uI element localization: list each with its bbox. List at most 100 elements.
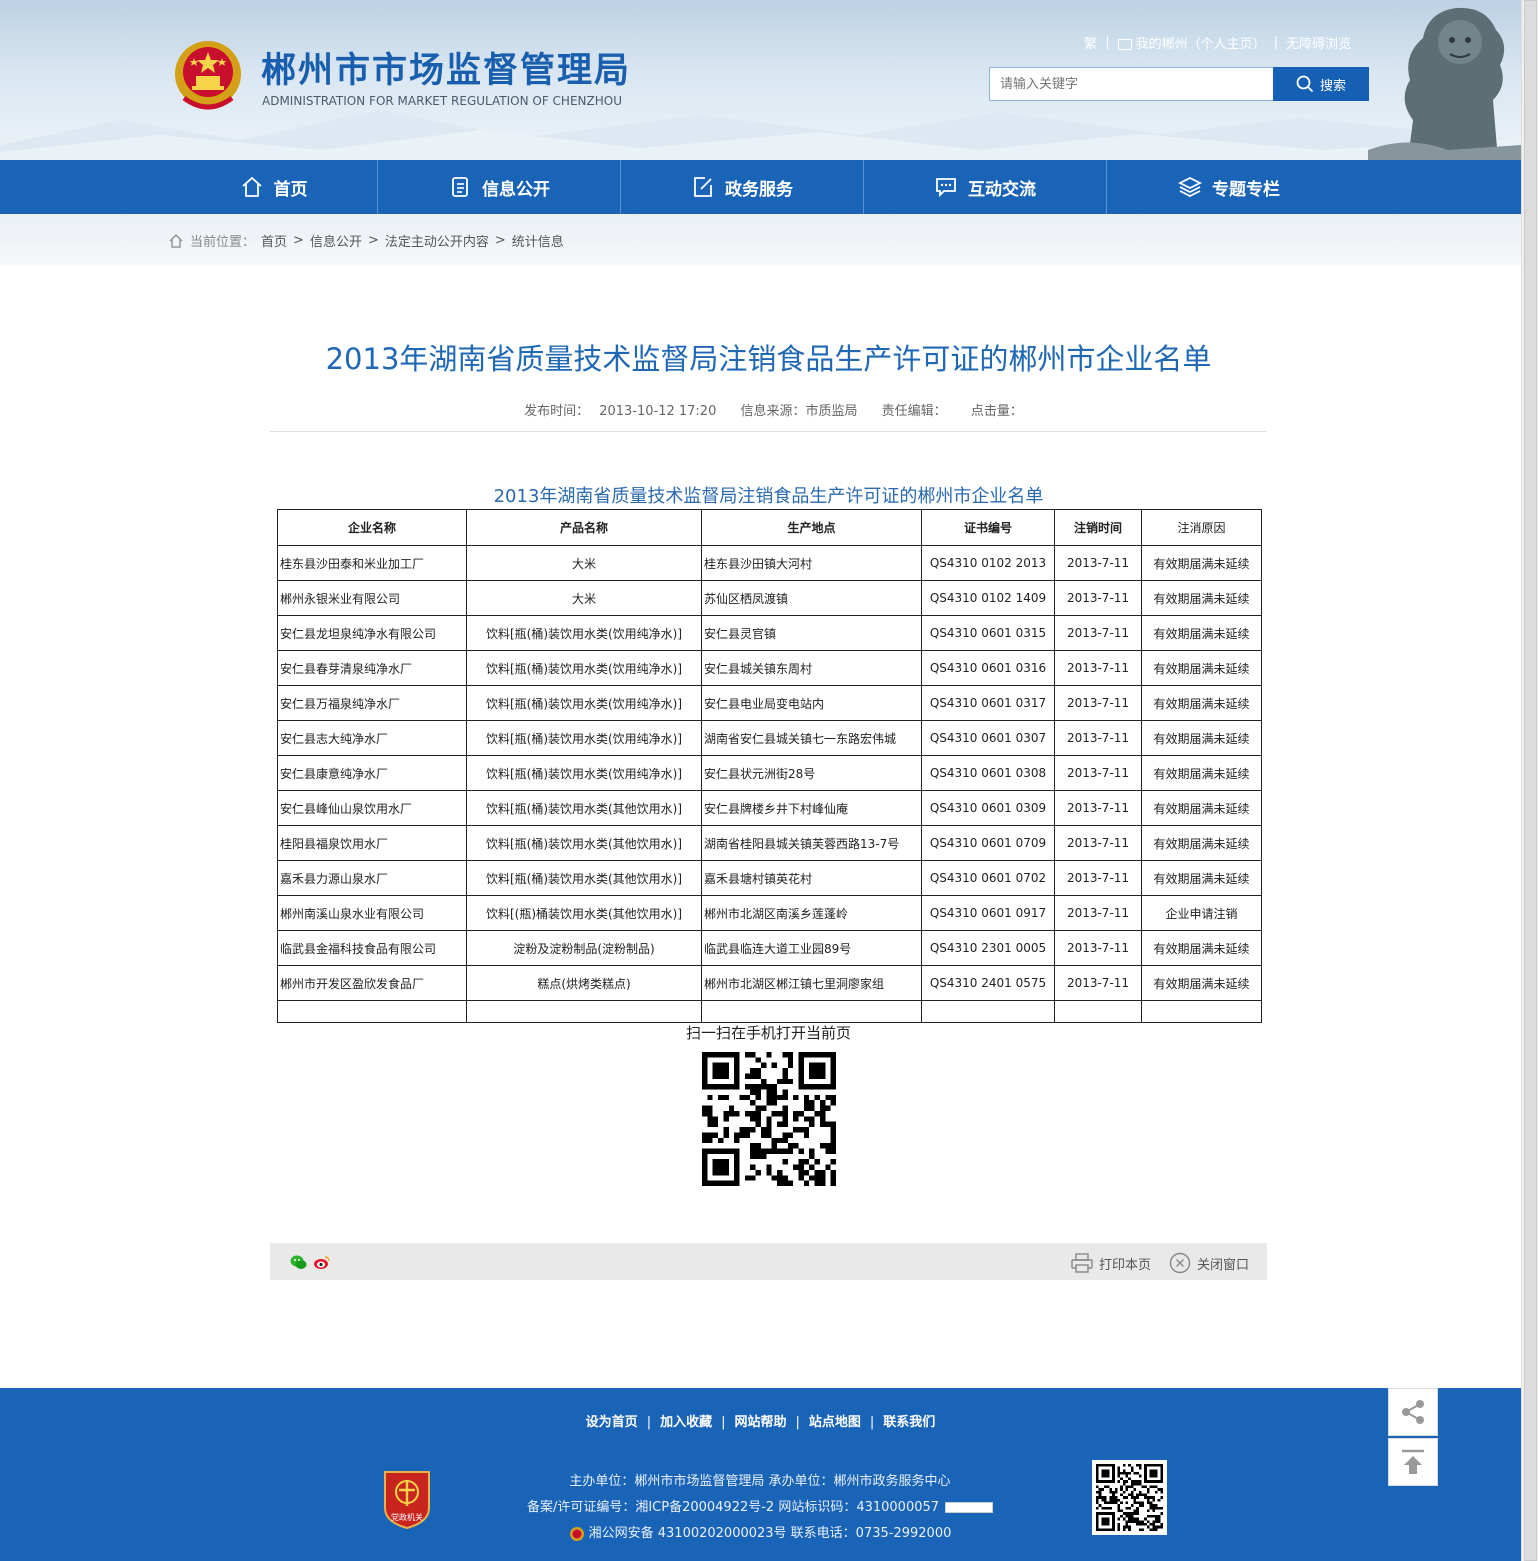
nav-item-special-topics[interactable]: 专题专栏 [1107,160,1351,214]
toolbar-actions: 打印本页 关闭窗口 [1071,1252,1249,1274]
product-name-cell: 饮料[瓶(桶)装饮用水类(其他饮用水)] [466,790,702,826]
footer-security-line: 湘公网安备 43100202000023号 联系电话：0735-2992000 [480,1521,1040,1547]
product-name-cell: 大米 [466,545,702,581]
table-row: 安仁县峰仙山泉饮用水厂 饮料[瓶(桶)装饮用水类(其他饮用水)] 安仁县牌楼乡井下村… [277,790,1262,826]
police-badge-icon [569,1526,584,1541]
empty-cell [701,1000,922,1023]
footer-link-set-homepage[interactable]: 设为首页 [586,1415,638,1430]
vertical-scrollbar[interactable] [1521,0,1538,1561]
close-label: 关闭窗口 [1196,1257,1249,1273]
traditional-chinese-link[interactable]: 繁 [1084,33,1097,52]
footer-link-bookmark[interactable]: 加入收藏 [660,1415,712,1430]
footer-qr-wrapper [1092,1460,1167,1535]
footer-icp-text: 备案/许可证编号：湘ICP备20004922号-2 网站标识码：43100000… [526,1500,940,1515]
table-row: 嘉禾县力源山泉水厂 饮料[瓶(桶)装饮用水类(其他饮用水)] 嘉禾县塘村镇英花村 QS… [277,860,1262,896]
share-float-button[interactable] [1388,1388,1438,1436]
divider: | [1105,35,1110,50]
cancel-date-cell: 2013-7-11 [1054,895,1142,931]
party-government-badge-icon[interactable]: 党政机关 [381,1468,433,1530]
share-icons [290,1255,330,1270]
nav-item-interaction[interactable]: 互动交流 [864,160,1106,214]
product-name-cell: 饮料[瓶(桶)装饮用水类(其他饮用水)] [466,825,702,861]
certificate-number-cell: QS4310 0102 2013 [921,545,1055,581]
certificate-number-cell: QS4310 0601 0702 [921,860,1055,896]
company-name-cell: 临武县金福科技食品有限公司 [277,930,467,966]
publish-label: 发布时间： [524,404,590,419]
footer-security-text: 湘公网安备 43100202000023号 联系电话：0735-2992000 [588,1526,952,1541]
company-name-cell: 郴州南溪山泉水业有限公司 [277,895,467,931]
cancel-reason-cell: 有效期届满未延续 [1141,650,1262,686]
cancel-date-cell: 2013-7-11 [1054,580,1142,616]
qr-label: 扫一扫在手机打开当前页 [685,1024,851,1042]
product-name-cell: 大米 [466,580,702,616]
certificate-number-cell: QS4310 0601 0308 [921,755,1055,791]
nav-item-label: 首页 [273,179,308,200]
close-window-button[interactable]: 关闭窗口 [1169,1252,1249,1274]
cnzz-badge-icon[interactable] [945,1502,994,1513]
breadcrumb-item-info[interactable]: 信息公开 [310,231,362,250]
cancel-date-cell: 2013-7-11 [1054,650,1142,686]
footer-link-help[interactable]: 网站帮助 [734,1415,786,1430]
certificate-number-cell: QS4310 0601 0709 [921,825,1055,861]
production-site-cell: 安仁县城关镇东周村 [701,650,922,686]
cancel-date-cell: 2013-7-11 [1054,930,1142,966]
scrollbar-thumb[interactable] [1524,0,1537,1561]
weibo-icon[interactable] [313,1255,330,1270]
cancel-date-cell: 2013-7-11 [1054,860,1142,896]
search-icon [1296,75,1314,93]
publish-time: 2013-10-12 17:20 [599,404,717,419]
production-site-cell: 郴州市北湖区郴江镇七里洞廖家组 [701,965,922,1001]
printer-icon [1071,1253,1093,1273]
nav-item-info-disclosure[interactable]: 信息公开 [378,160,620,214]
table-row: 郴州市开发区盈欣发食品厂 糕点(烘烤类糕点) 郴州市北湖区郴江镇七里洞廖家组 QS43… [277,965,1262,1001]
product-name-cell: 糕点(烘烤类糕点) [466,965,702,1001]
cancel-date-cell: 2013-7-11 [1054,545,1142,581]
table-row: 桂阳县福泉饮用水厂 饮料[瓶(桶)装饮用水类(其他饮用水)] 湖南省桂阳县城关镇芙蓉… [277,825,1262,861]
title-divider [270,431,1267,432]
company-name-cell: 嘉禾县力源山泉水厂 [277,860,467,896]
footer-link-sitemap[interactable]: 站点地图 [809,1415,861,1430]
certificate-number-cell: QS4310 0601 0317 [921,685,1055,721]
product-name-cell: 饮料[(瓶)桶装饮用水类(其他饮用水)] [466,895,702,931]
enterprise-table: 企业名称 产品名称 生产地点 证书编号 注销时间 注消原因 桂东县沙田泰和米业加… [277,509,1262,1023]
source-group: 信息来源：市质监局 [740,404,857,419]
nav-item-home[interactable]: 首页 [170,160,377,214]
monitor-icon [1117,39,1132,50]
back-to-top-button[interactable] [1388,1438,1438,1486]
footer-qr-code [1096,1464,1163,1531]
accessible-browsing-link[interactable]: 无障碍浏览 [1286,33,1351,52]
company-name-cell: 安仁县春芽清泉纯净水厂 [277,650,467,686]
nav-item-label: 政务服务 [725,179,793,200]
table-row: 安仁县春芽清泉纯净水厂 饮料[瓶(桶)装饮用水类(饮用纯净水)] 安仁县城关镇东周村… [277,650,1262,686]
share-icon [1402,1400,1424,1424]
certificate-number-cell: QS4310 0601 0316 [921,650,1055,686]
breadcrumb-item-home[interactable]: 首页 [261,231,287,250]
company-name-cell: 安仁县康意纯净水厂 [277,755,467,791]
production-site-cell: 安仁县牌楼乡井下村峰仙庵 [701,790,922,826]
wechat-icon[interactable] [290,1255,307,1270]
table-row: 临武县金福科技食品有限公司 淀粉及淀粉制品(淀粉制品) 临武县临连大道工业园89号 Q… [277,930,1262,966]
search-button[interactable]: 搜索 [1273,67,1369,101]
production-site-cell: 湖南省安仁县城关镇七一东路宏伟城 [701,720,922,756]
divider: | [795,1415,800,1430]
source-label: 信息来源： [740,404,806,419]
breadcrumb-item-statistics[interactable]: 统计信息 [512,231,564,250]
product-name-cell: 饮料[瓶(桶)装饮用水类(饮用纯净水)] [466,650,702,686]
production-site-cell: 临武县临连大道工业园89号 [701,930,922,966]
cancel-reason-cell: 有效期届满未延续 [1141,545,1262,581]
nav-item-government-services[interactable]: 政务服务 [621,160,863,214]
search-input[interactable] [989,67,1274,101]
production-site-cell: 湖南省桂阳县城关镇芙蓉西路13-7号 [701,825,922,861]
product-name-cell: 饮料[瓶(桶)装饮用水类(饮用纯净水)] [466,755,702,791]
breadcrumb-separator: > [367,233,379,248]
my-chenzhou-link[interactable]: 我的郴州（个人主页） [1117,33,1266,52]
certificate-number-cell: QS4310 0601 0309 [921,790,1055,826]
cancel-date-cell: 2013-7-11 [1054,755,1142,791]
breadcrumb-item-legal[interactable]: 法定主动公开内容 [385,231,489,250]
column-header: 证书编号 [921,509,1055,546]
nav-item-label: 信息公开 [482,179,550,200]
footer-link-contact[interactable]: 联系我们 [883,1415,935,1430]
top-links: 繁 | 我的郴州（个人主页） | 无障碍浏览 [1084,33,1351,52]
home-icon [241,176,262,197]
print-button[interactable]: 打印本页 [1071,1253,1151,1273]
